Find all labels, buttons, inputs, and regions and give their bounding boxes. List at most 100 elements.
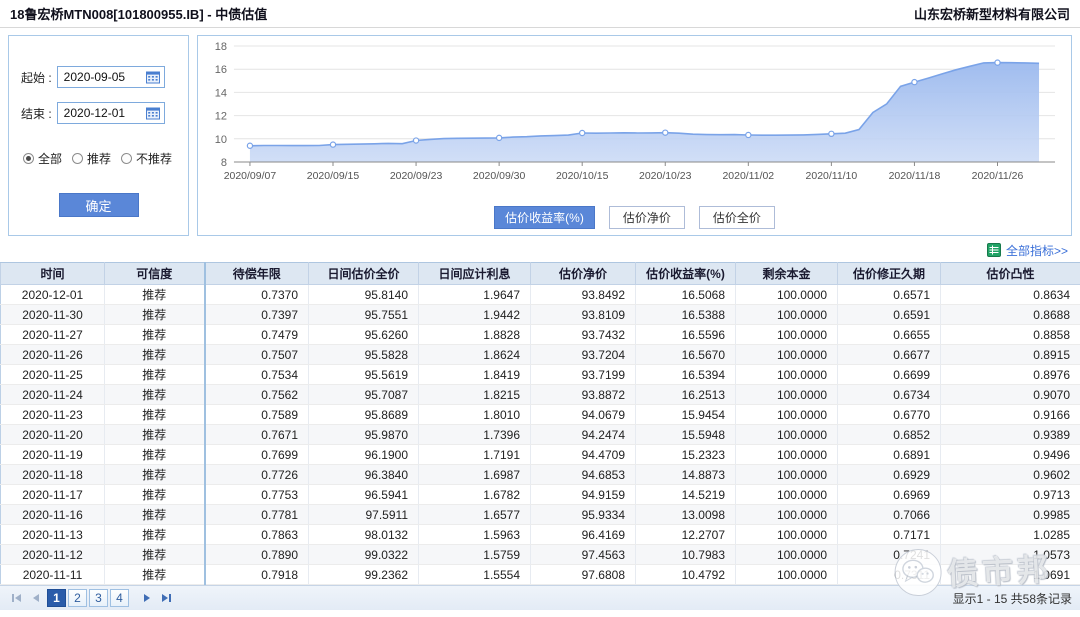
y-axis-tick-label: 8 [221,157,227,169]
column-header-5[interactable]: 日间应计利息 [419,263,531,285]
last-page-button[interactable] [158,590,174,606]
radio-recommended[interactable]: 推荐 [72,150,111,167]
page-button-3[interactable]: 3 [89,589,108,607]
end-date-input[interactable]: 2020-12-01 [57,102,165,124]
prev-page-button[interactable] [27,590,43,606]
x-axis-tick-label: 2020/10/15 [556,171,609,182]
table-cell: 推荐 [105,285,205,305]
table-row[interactable]: 2020-11-30推荐0.739795.75511.944293.810916… [1,305,1080,325]
table-row[interactable]: 2020-11-11推荐0.791899.23621.555497.680810… [1,565,1080,585]
table-row[interactable]: 2020-11-26推荐0.750795.58281.862493.720416… [1,345,1080,365]
table-row[interactable]: 2020-11-16推荐0.778197.59111.657795.933413… [1,505,1080,525]
page-button-4[interactable]: 4 [110,589,129,607]
table-cell: 推荐 [105,405,205,425]
table-row[interactable]: 2020-11-18推荐0.772696.38401.698794.685314… [1,465,1080,485]
column-header-6[interactable]: 估价净价 [531,263,636,285]
table-cell: 16.5388 [636,305,736,325]
table-row[interactable]: 2020-11-17推荐0.775396.59411.678294.915914… [1,485,1080,505]
table-row[interactable]: 2020-11-27推荐0.747995.62601.882893.743216… [1,325,1080,345]
table-cell: 0.8688 [941,305,1080,325]
column-header-8[interactable]: 剩余本金 [736,263,838,285]
x-axis-tick-label: 2020/11/10 [806,171,858,182]
table-cell: 0.7589 [205,405,309,425]
table-row[interactable]: 2020-11-23推荐0.758995.86891.801094.067915… [1,405,1080,425]
table-cell: 100.0000 [736,285,838,305]
table-row[interactable]: 2020-11-20推荐0.767195.98701.739694.247415… [1,425,1080,445]
table-row[interactable]: 2020-11-25推荐0.753495.56191.841993.719916… [1,365,1080,385]
table-row[interactable]: 2020-11-12推荐0.789099.03221.575997.456310… [1,545,1080,565]
table-cell: 2020-11-27 [1,325,105,345]
table-cell: 93.7204 [531,345,636,365]
tab-valuation-full-price[interactable]: 估价全价 [699,206,775,229]
table-cell: 100.0000 [736,325,838,345]
column-header-7[interactable]: 估价收益率(%) [636,263,736,285]
confirm-button[interactable]: 确定 [59,193,139,217]
column-header-1[interactable]: 时间 [1,263,105,285]
table-cell: 15.9454 [636,405,736,425]
table-row[interactable]: 2020-11-24推荐0.756295.70871.821593.887216… [1,385,1080,405]
all-indicators-link[interactable]: 全部指标>> [1006,242,1068,259]
table-cell: 0.8976 [941,365,1080,385]
table-row[interactable]: 2020-11-13推荐0.786398.01321.596396.416912… [1,525,1080,545]
chart-tab-bar: 估价收益率(%) 估价净价 估价全价 [198,206,1071,229]
start-date-label: 起始 : [21,69,52,86]
table-cell: 1.5759 [419,545,531,565]
table-cell: 0.6699 [838,365,941,385]
table-cell: 93.7432 [531,325,636,345]
x-axis-tick-label: 2020/09/23 [390,171,443,182]
table-cell: 2020-11-19 [1,445,105,465]
calendar-icon[interactable] [146,71,160,84]
table-cell: 1.9442 [419,305,531,325]
table-cell: 0.6677 [838,345,941,365]
data-point-marker [580,130,585,135]
table-cell: 94.0679 [531,405,636,425]
table-cell: 93.8109 [531,305,636,325]
table-header-row: 时间可信度待偿年限日间估价全价日间应计利息估价净价估价收益率(%)剩余本金估价修… [1,263,1080,285]
table-cell: 100.0000 [736,305,838,325]
table-cell: 15.2323 [636,445,736,465]
table-cell: 2020-11-26 [1,345,105,365]
table-row[interactable]: 2020-12-01推荐0.737095.81401.964793.849216… [1,285,1080,305]
start-date-input[interactable]: 2020-09-05 [57,66,165,88]
y-axis-tick-label: 14 [215,87,227,99]
table-cell: 0.7781 [205,505,309,525]
radio-dot[interactable] [72,153,83,164]
table-cell: 0.8915 [941,345,1080,365]
table-cell: 0.6655 [838,325,941,345]
table-cell: 16.5670 [636,345,736,365]
company-name: 山东宏桥新型材料有限公司 [914,4,1070,23]
page-button-1[interactable]: 1 [47,589,66,607]
page-buttons: 1234 [46,589,130,607]
data-point-marker [497,135,502,140]
table-row[interactable]: 2020-11-19推荐0.769996.19001.719194.470915… [1,445,1080,465]
table-cell: 13.0098 [636,505,736,525]
table-cell: 0.7863 [205,525,309,545]
table-cell: 15.5948 [636,425,736,445]
tab-valuation-yield[interactable]: 估价收益率(%) [494,206,595,229]
page-button-2[interactable]: 2 [68,589,87,607]
x-axis-tick-label: 2020/10/23 [639,171,692,182]
table-cell: 16.5394 [636,365,736,385]
radio-dot[interactable] [121,153,132,164]
first-page-button[interactable] [8,590,24,606]
next-page-button[interactable] [139,590,155,606]
calendar-icon[interactable] [146,107,160,120]
table-cell: 1.6987 [419,465,531,485]
table-cell: 0.6734 [838,385,941,405]
column-header-2[interactable]: 可信度 [105,263,205,285]
table-cell: 0.7397 [205,305,309,325]
table-cell: 1.9647 [419,285,531,305]
excel-export-icon[interactable] [987,243,1001,257]
column-header-10[interactable]: 估价凸性 [941,263,1080,285]
radio-not-recommended[interactable]: 不推荐 [121,150,172,167]
tab-valuation-net-price[interactable]: 估价净价 [609,206,685,229]
radio-dot[interactable] [23,153,34,164]
column-header-3[interactable]: 待偿年限 [205,263,309,285]
table-cell: 2020-11-18 [1,465,105,485]
radio-all[interactable]: 全部 [23,150,62,167]
column-header-9[interactable]: 估价修正久期 [838,263,941,285]
table-cell: 推荐 [105,425,205,445]
column-header-4[interactable]: 日间估价全价 [309,263,419,285]
table-cell: 2020-11-13 [1,525,105,545]
table-cell: 100.0000 [736,425,838,445]
